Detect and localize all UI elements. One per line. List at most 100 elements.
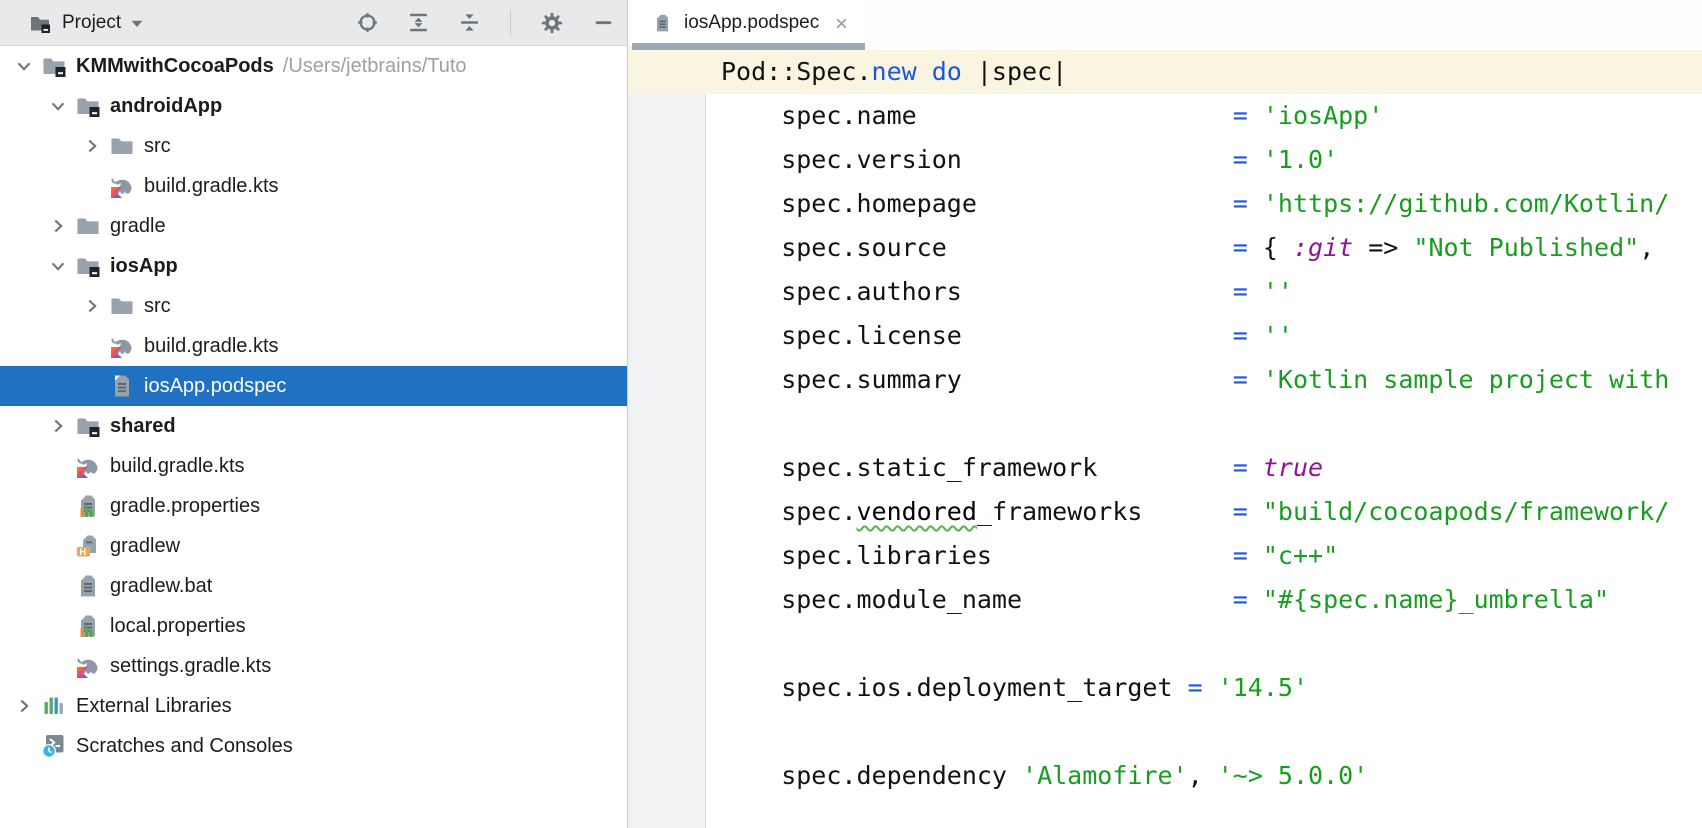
- code-segment: spec.libraries: [721, 541, 1233, 570]
- tree-item-label: local.properties: [110, 614, 246, 637]
- tree-item-local-properties[interactable]: local.properties: [0, 606, 627, 646]
- caret-down-icon[interactable]: [125, 11, 149, 35]
- tree-item-label: src: [144, 294, 171, 317]
- code-view[interactable]: Pod::Spec.new do |spec| spec.name = 'ios…: [721, 50, 1702, 798]
- collapse-all-button[interactable]: [457, 11, 481, 35]
- tree-item-androidapp[interactable]: androidApp: [0, 86, 627, 126]
- code-line[interactable]: [721, 402, 1702, 446]
- code-line[interactable]: spec.name = 'iosApp': [721, 94, 1702, 138]
- code-line[interactable]: spec.homepage = 'https://github.com/Kotl…: [721, 182, 1702, 226]
- code-segment: spec.dependency: [721, 761, 1023, 790]
- gradle-kotlin-icon: [110, 174, 134, 198]
- project-view-title[interactable]: Project: [62, 12, 121, 34]
- chevron-right-icon[interactable]: [76, 136, 110, 156]
- tree-item-gradlew[interactable]: Hgradlew: [0, 526, 627, 566]
- tree-item-gradle-properties[interactable]: gradle.properties: [0, 486, 627, 526]
- toolbar-icon-group: [355, 9, 615, 36]
- code-segment: 'Alamofire': [1022, 761, 1188, 790]
- tree-item-label: src: [144, 134, 171, 157]
- code-segment: '14.5': [1217, 673, 1309, 702]
- folder-icon: [111, 298, 133, 314]
- code-segment: =>: [1353, 233, 1414, 262]
- tree-item-gradlew-bat[interactable]: gradlew.bat: [0, 566, 627, 606]
- editor-body[interactable]: Pod::Spec.new do |spec| spec.name = 'ios…: [628, 46, 1702, 828]
- module-folder-icon: [43, 58, 66, 77]
- code-line[interactable]: spec.dependency 'Alamofire', '~> 5.0.0': [721, 754, 1702, 798]
- close-icon[interactable]: [829, 11, 853, 35]
- libraries-icon: [42, 694, 66, 718]
- folder-icon: [76, 214, 100, 238]
- tab-iosapp-podspec[interactable]: iosApp.podspec: [632, 0, 866, 50]
- code-segment: =: [1232, 453, 1263, 482]
- code-line[interactable]: spec.version = '1.0': [721, 138, 1702, 182]
- chevron-down-icon[interactable]: [42, 256, 76, 276]
- code-line[interactable]: spec.authors = '': [721, 270, 1702, 314]
- code-line[interactable]: spec.static_framework = true: [721, 446, 1702, 490]
- chevron-right-icon: [54, 219, 63, 233]
- chevron-right-icon: [20, 699, 29, 713]
- tree-item-label: shared: [110, 414, 176, 437]
- close-icon: [836, 18, 847, 28]
- tree-item-shared[interactable]: shared: [0, 406, 627, 446]
- tree-item-label: build.gradle.kts: [144, 174, 279, 197]
- chevron-right-icon[interactable]: [76, 296, 110, 316]
- chevron-down-icon[interactable]: [42, 96, 76, 116]
- tree-item-label: gradle: [110, 214, 166, 237]
- document-icon: [76, 574, 100, 598]
- code-line[interactable]: spec.ios.deployment_target = '14.5': [721, 666, 1702, 710]
- chevron-down-icon[interactable]: [8, 56, 42, 76]
- properties-icon: [80, 615, 95, 637]
- code-line[interactable]: [721, 622, 1702, 666]
- chevron-right-icon[interactable]: [8, 696, 42, 716]
- chevron-right-icon[interactable]: [42, 216, 76, 236]
- settings-gear-icon: [541, 12, 563, 33]
- project-tool-window: Project KMMwithCocoaPods/Users/jetbrains…: [0, 0, 628, 828]
- code-line[interactable]: spec.libraries = "c++": [721, 534, 1702, 578]
- tree-item-build-gradle-kts[interactable]: build.gradle.kts: [0, 326, 627, 366]
- code-segment: spec.ios.deployment_target: [721, 673, 1188, 702]
- toolbar-separator: [510, 9, 511, 36]
- tree-item-iosapp[interactable]: iosApp: [0, 246, 627, 286]
- code-segment: 'iosApp': [1262, 101, 1384, 130]
- code-line[interactable]: spec.module_name = "#{spec.name}_umbrell…: [721, 578, 1702, 622]
- gradle-kotlin-icon: [76, 654, 100, 678]
- code-line[interactable]: [721, 710, 1702, 754]
- tree-item-build-gradle-kts[interactable]: build.gradle.kts: [0, 446, 627, 486]
- chevron-right-icon: [54, 419, 63, 433]
- tree-item-settings-gradle-kts[interactable]: settings.gradle.kts: [0, 646, 627, 686]
- code-line[interactable]: spec.summary = 'Kotlin sample project wi…: [721, 358, 1702, 402]
- tree-item-iosapp-podspec[interactable]: iosApp.podspec: [0, 366, 627, 406]
- tree-item-label: gradle.properties: [110, 494, 261, 517]
- tree-item-src[interactable]: src: [0, 126, 627, 166]
- settings-gear-button[interactable]: [540, 11, 564, 35]
- document-icon: [115, 375, 129, 397]
- tree-item-kmmwithcocoapods[interactable]: KMMwithCocoaPods/Users/jetbrains/Tuto: [0, 46, 627, 86]
- code-line[interactable]: spec.vendored_frameworks = "build/cocoap…: [721, 490, 1702, 534]
- project-folder-icon: [31, 16, 50, 33]
- code-segment: Pod::Spec.: [721, 57, 872, 86]
- chevron-right-icon[interactable]: [42, 416, 76, 436]
- tree-item-external-libraries[interactable]: External Libraries: [0, 686, 627, 726]
- code-segment: spec.license: [721, 321, 1233, 350]
- project-folder-icon: [28, 11, 52, 35]
- document-icon: [110, 374, 134, 398]
- editor-area: iosApp.podspec Pod::Spec.new do |spec| s…: [628, 0, 1702, 828]
- hide-button[interactable]: [591, 11, 615, 35]
- code-line[interactable]: Pod::Spec.new do |spec|: [721, 50, 1702, 94]
- podspec-file-icon: [650, 11, 674, 35]
- folder-icon: [77, 218, 99, 234]
- locate-button[interactable]: [355, 11, 379, 35]
- tree-item-scratches-and-consoles[interactable]: Scratches and Consoles: [0, 726, 627, 766]
- code-line[interactable]: spec.license = '': [721, 314, 1702, 358]
- tree-item-gradle[interactable]: gradle: [0, 206, 627, 246]
- tree-item-build-gradle-kts[interactable]: build.gradle.kts: [0, 166, 627, 206]
- code-line[interactable]: spec.source = { :git => "Not Published",: [721, 226, 1702, 270]
- expand-all-button[interactable]: [406, 11, 430, 35]
- code-segment: :git: [1292, 233, 1354, 262]
- code-segment: ,: [1639, 233, 1655, 262]
- code-segment: spec.source: [721, 233, 1233, 262]
- tree-item-src[interactable]: src: [0, 286, 627, 326]
- code-segment: spec.name: [721, 101, 1233, 130]
- hide-icon: [595, 21, 611, 25]
- gradle-kotlin-icon: [77, 458, 98, 478]
